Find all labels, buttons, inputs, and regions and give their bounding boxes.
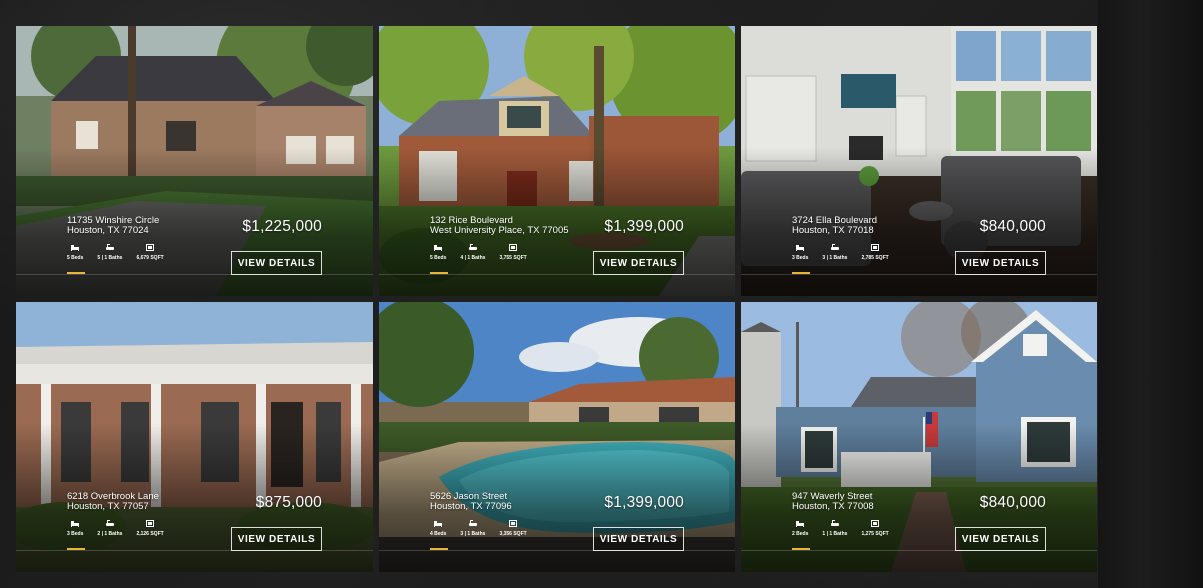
listing-price: $1,399,000	[604, 494, 684, 511]
accent-bar	[430, 548, 448, 550]
bath-icon	[105, 520, 114, 526]
listing-card-6[interactable]: 947 Waverly Street Houston, TX 77008 $84…	[741, 302, 1097, 572]
bath-icon	[468, 244, 477, 250]
listing-price: $875,000	[255, 494, 322, 511]
accent-bar	[67, 272, 85, 274]
baths-text: 2 | 1 Baths	[97, 531, 123, 537]
area-icon	[871, 244, 880, 251]
spec-sqft: 2,785 SQFT	[861, 244, 889, 261]
listing-price: $1,399,000	[604, 218, 684, 235]
baths-text: 5 | 1 Baths	[97, 255, 123, 261]
listing-city: Houston, TX 77096	[430, 501, 512, 512]
spec-baths: 1 | 1 Baths	[822, 520, 847, 537]
bed-icon	[796, 521, 805, 527]
sqft-text: 2,785 SQFT	[861, 255, 889, 261]
bed-icon	[71, 521, 80, 527]
listing-specs: 5 Beds 5 | 1 Baths 6,679 SQFT	[67, 244, 164, 261]
sqft-text: 2,126 SQFT	[136, 531, 164, 537]
spec-sqft: 3,356 SQFT	[499, 520, 527, 537]
bed-icon	[71, 245, 80, 251]
bed-icon	[796, 245, 805, 251]
beds-text: 2 Beds	[792, 531, 809, 537]
listing-city: Houston, TX 77057	[67, 501, 149, 512]
sqft-text: 3,356 SQFT	[499, 531, 527, 537]
listing-city: Houston, TX 77008	[792, 501, 874, 512]
view-details-button[interactable]: VIEW DETAILS	[231, 251, 322, 275]
bed-icon	[434, 521, 443, 527]
view-details-button[interactable]: VIEW DETAILS	[955, 527, 1046, 551]
view-details-button[interactable]: VIEW DETAILS	[231, 527, 322, 551]
listing-card-1[interactable]: 11735 Winshire Circle Houston, TX 77024 …	[16, 26, 373, 296]
listing-specs: 3 Beds 3 | 1 Baths 2,785 SQFT	[792, 244, 889, 261]
bath-icon	[830, 520, 839, 526]
listings-grid: 11735 Winshire Circle Houston, TX 77024 …	[16, 26, 1097, 572]
listing-city: Houston, TX 77024	[67, 225, 149, 236]
spec-baths: 5 | 1 Baths	[97, 244, 122, 261]
listing-specs: 3 Beds 2 | 1 Baths 2,126 SQFT	[67, 520, 164, 537]
spec-beds: 2 Beds	[792, 520, 808, 537]
spec-sqft: 2,126 SQFT	[136, 520, 164, 537]
baths-text: 1 | 1 Baths	[822, 531, 848, 537]
listing-card-2[interactable]: 132 Rice Boulevard West University Place…	[379, 26, 735, 296]
listing-price: $1,225,000	[242, 218, 322, 235]
view-details-button[interactable]: VIEW DETAILS	[593, 527, 684, 551]
view-details-button[interactable]: VIEW DETAILS	[955, 251, 1046, 275]
listing-address: 11735 Winshire Circle Houston, TX 77024	[67, 216, 159, 236]
baths-text: 4 | 1 Baths	[460, 255, 486, 261]
sqft-text: 6,679 SQFT	[136, 255, 164, 261]
view-details-button[interactable]: VIEW DETAILS	[593, 251, 684, 275]
beds-text: 3 Beds	[792, 255, 809, 261]
area-icon	[509, 520, 518, 527]
spec-beds: 3 Beds	[792, 244, 808, 261]
spec-beds: 3 Beds	[67, 520, 83, 537]
beds-text: 5 Beds	[430, 255, 447, 261]
beds-text: 5 Beds	[67, 255, 84, 261]
bath-icon	[105, 244, 114, 250]
listing-address: 132 Rice Boulevard West University Place…	[430, 216, 569, 236]
spec-beds: 5 Beds	[430, 244, 446, 261]
area-icon	[871, 520, 880, 527]
area-icon	[146, 520, 155, 527]
spec-sqft: 1,275 SQFT	[861, 520, 889, 537]
beds-text: 4 Beds	[430, 531, 447, 537]
accent-bar	[792, 548, 810, 550]
spec-beds: 4 Beds	[430, 520, 446, 537]
accent-bar	[430, 272, 448, 274]
area-icon	[509, 244, 518, 251]
listing-price: $840,000	[979, 218, 1046, 235]
listing-card-4[interactable]: 6218 Overbrook Lane Houston, TX 77057 $8…	[16, 302, 373, 572]
accent-bar	[792, 272, 810, 274]
spec-sqft: 6,679 SQFT	[136, 244, 164, 261]
spec-baths: 2 | 1 Baths	[97, 520, 122, 537]
listing-city: West University Place, TX 77005	[430, 225, 569, 236]
spec-sqft: 3,755 SQFT	[499, 244, 527, 261]
listing-address: 5626 Jason Street Houston, TX 77096	[430, 492, 512, 512]
listing-specs: 4 Beds 3 | 1 Baths 3,356 SQFT	[430, 520, 527, 537]
bed-icon	[434, 245, 443, 251]
bath-icon	[830, 244, 839, 250]
listing-price: $840,000	[979, 494, 1046, 511]
baths-text: 3 | 1 Baths	[822, 255, 848, 261]
area-icon	[146, 244, 155, 251]
listing-card-3[interactable]: 3724 Ella Boulevard Houston, TX 77018 $8…	[741, 26, 1097, 296]
listing-card-5[interactable]: 5626 Jason Street Houston, TX 77096 $1,3…	[379, 302, 735, 572]
listing-address: 6218 Overbrook Lane Houston, TX 77057	[67, 492, 159, 512]
bath-icon	[468, 520, 477, 526]
sqft-text: 1,275 SQFT	[861, 531, 889, 537]
page-edge-shade	[1098, 0, 1203, 588]
spec-baths: 4 | 1 Baths	[460, 244, 485, 261]
listing-specs: 5 Beds 4 | 1 Baths 3,755 SQFT	[430, 244, 527, 261]
accent-bar	[67, 548, 85, 550]
baths-text: 3 | 1 Baths	[460, 531, 486, 537]
listing-address: 947 Waverly Street Houston, TX 77008	[792, 492, 874, 512]
listing-address: 3724 Ella Boulevard Houston, TX 77018	[792, 216, 877, 236]
spec-beds: 5 Beds	[67, 244, 83, 261]
beds-text: 3 Beds	[67, 531, 84, 537]
listing-specs: 2 Beds 1 | 1 Baths 1,275 SQFT	[792, 520, 889, 537]
listing-city: Houston, TX 77018	[792, 225, 874, 236]
sqft-text: 3,755 SQFT	[499, 255, 527, 261]
spec-baths: 3 | 1 Baths	[460, 520, 485, 537]
spec-baths: 3 | 1 Baths	[822, 244, 847, 261]
